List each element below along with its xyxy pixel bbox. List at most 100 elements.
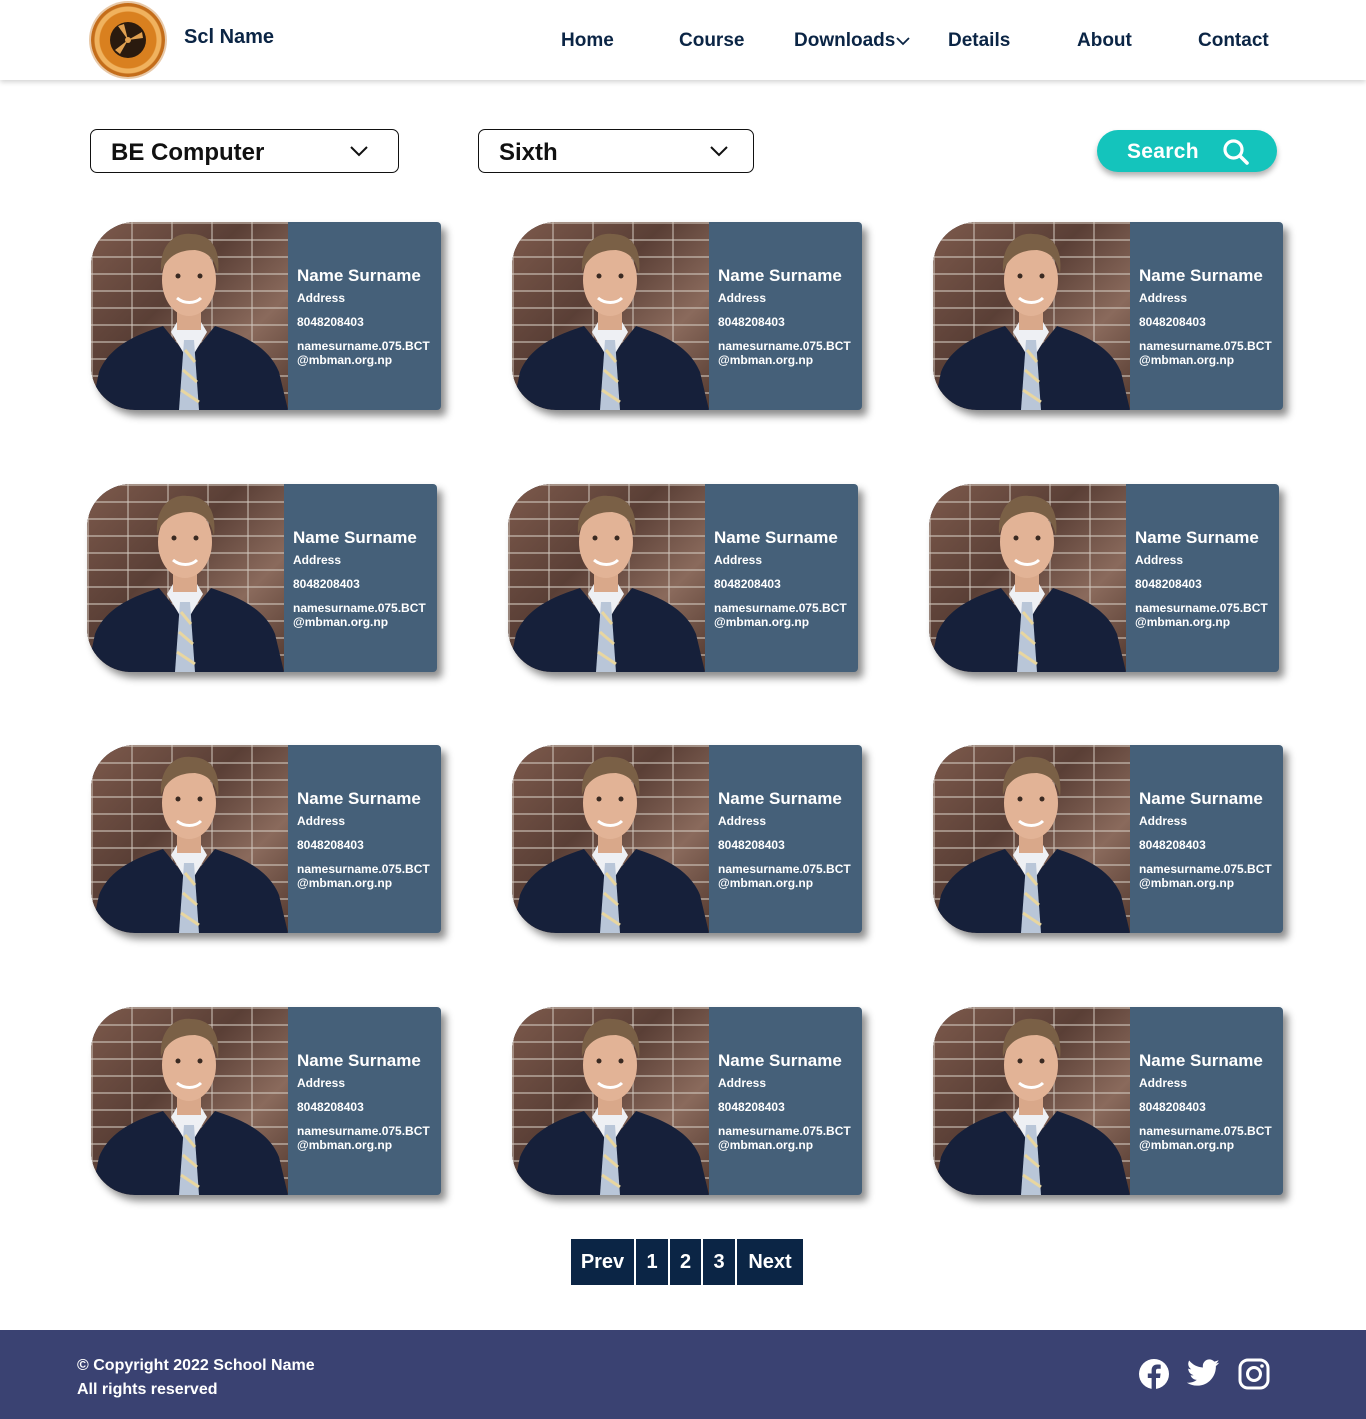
student-phone: 8048208403 [297,315,364,329]
student-card[interactable]: Name Surname Address 8048208403 namesurname… [512,745,862,933]
student-address: Address [297,291,346,305]
student-card[interactable]: Name Surname Address 8048208403 namesurname… [91,745,441,933]
student-photo [512,222,709,410]
page-2-button[interactable]: 2 [670,1239,701,1285]
portrait-image [929,495,1126,672]
portrait-image [91,233,288,410]
student-phone: 8048208403 [1139,1100,1206,1114]
student-phone: 8048208403 [293,577,360,591]
student-address: Address [718,291,767,305]
student-photo [508,484,705,672]
student-photo [933,222,1130,410]
student-card[interactable]: Name Surname Address 8048208403 namesurname… [512,1007,862,1195]
copyright-text: © Copyright 2022 School Name All rights … [77,1354,315,1402]
student-email: namesurname.075.BCT@mbman.org.np [718,339,851,367]
school-logo[interactable] [91,3,165,77]
student-photo [87,484,284,672]
student-email: namesurname.075.BCT@mbman.org.np [718,1124,851,1152]
student-photo [512,745,709,933]
portrait-image [91,1018,288,1195]
page-1-button[interactable]: 1 [636,1239,668,1285]
nav-home[interactable]: Home [561,30,614,52]
student-phone: 8048208403 [718,315,785,329]
student-photo [91,222,288,410]
portrait-image [933,756,1130,933]
student-card[interactable]: Name Surname Address 8048208403 namesurname… [512,222,862,410]
student-card[interactable]: Name Surname Address 8048208403 namesurname… [508,484,858,672]
student-email: namesurname.075.BCT@mbman.org.np [1139,339,1272,367]
student-email: namesurname.075.BCT@mbman.org.np [1135,601,1268,629]
nav-contact[interactable]: Contact [1198,30,1269,52]
portrait-image [933,233,1130,410]
student-name: Name Surname [297,1051,421,1070]
nav-details[interactable]: Details [948,30,1010,52]
student-photo [512,1007,709,1195]
nav-course[interactable]: Course [679,30,744,52]
student-card[interactable]: Name Surname Address 8048208403 namesurname… [929,484,1279,672]
student-address: Address [297,814,346,828]
student-photo [933,745,1130,933]
student-address: Address [718,1076,767,1090]
student-email: namesurname.075.BCT@mbman.org.np [714,601,847,629]
program-select[interactable]: BE Computer [90,129,399,173]
student-phone: 8048208403 [718,838,785,852]
student-address: Address [293,553,342,567]
student-name: Name Surname [297,789,421,808]
student-photo [91,1007,288,1195]
chevron-down-icon [710,146,728,157]
chevron-down-icon[interactable] [896,36,910,46]
student-card[interactable]: Name Surname Address 8048208403 namesurname… [933,222,1283,410]
instagram-icon[interactable] [1238,1358,1270,1390]
student-address: Address [1139,814,1188,828]
student-name: Name Surname [1139,1051,1263,1070]
twitter-icon[interactable] [1187,1358,1220,1388]
student-email: namesurname.075.BCT@mbman.org.np [293,601,426,629]
student-photo [929,484,1126,672]
student-name: Name Surname [718,1051,842,1070]
semester-select[interactable]: Sixth [478,129,754,173]
student-address: Address [1139,1076,1188,1090]
student-name: Name Surname [718,266,842,285]
nav-about[interactable]: About [1077,30,1132,52]
page-3-button[interactable]: 3 [703,1239,735,1285]
student-address: Address [714,553,763,567]
next-page-button[interactable]: Next [737,1239,803,1285]
student-email: namesurname.075.BCT@mbman.org.np [1139,862,1272,890]
student-address: Address [1139,291,1188,305]
student-email: namesurname.075.BCT@mbman.org.np [297,1124,430,1152]
portrait-image [933,1018,1130,1195]
program-select-value: BE Computer [111,139,265,166]
student-phone: 8048208403 [718,1100,785,1114]
student-card[interactable]: Name Surname Address 8048208403 namesurname… [91,1007,441,1195]
student-photo [91,745,288,933]
facebook-icon[interactable] [1138,1358,1170,1390]
student-name: Name Surname [714,528,838,547]
student-card[interactable]: Name Surname Address 8048208403 namesurname… [933,745,1283,933]
brand-name[interactable]: Scl Name [184,26,274,49]
search-button[interactable]: Search [1097,130,1277,172]
portrait-image [91,756,288,933]
student-email: namesurname.075.BCT@mbman.org.np [1139,1124,1272,1152]
semester-select-value: Sixth [499,139,558,166]
student-address: Address [1135,553,1184,567]
student-phone: 8048208403 [297,1100,364,1114]
search-icon [1223,139,1249,165]
student-email: namesurname.075.BCT@mbman.org.np [297,862,430,890]
student-phone: 8048208403 [1139,315,1206,329]
student-phone: 8048208403 [1139,838,1206,852]
copyright-line: © Copyright 2022 School Name [77,1357,315,1374]
student-card[interactable]: Name Surname Address 8048208403 namesurname… [933,1007,1283,1195]
nav-downloads[interactable]: Downloads [794,30,895,52]
student-phone: 8048208403 [297,838,364,852]
portrait-image [87,495,284,672]
student-name: Name Surname [718,789,842,808]
student-card[interactable]: Name Surname Address 8048208403 namesurname… [91,222,441,410]
student-email: namesurname.075.BCT@mbman.org.np [297,339,430,367]
site-header: Scl Name Home Course Downloads Details A… [0,0,1366,80]
portrait-image [512,233,709,410]
student-photo [933,1007,1130,1195]
site-footer: © Copyright 2022 School Name All rights … [0,1330,1366,1419]
student-name: Name Surname [297,266,421,285]
student-card[interactable]: Name Surname Address 8048208403 namesurname… [87,484,437,672]
prev-page-button[interactable]: Prev [571,1239,634,1285]
